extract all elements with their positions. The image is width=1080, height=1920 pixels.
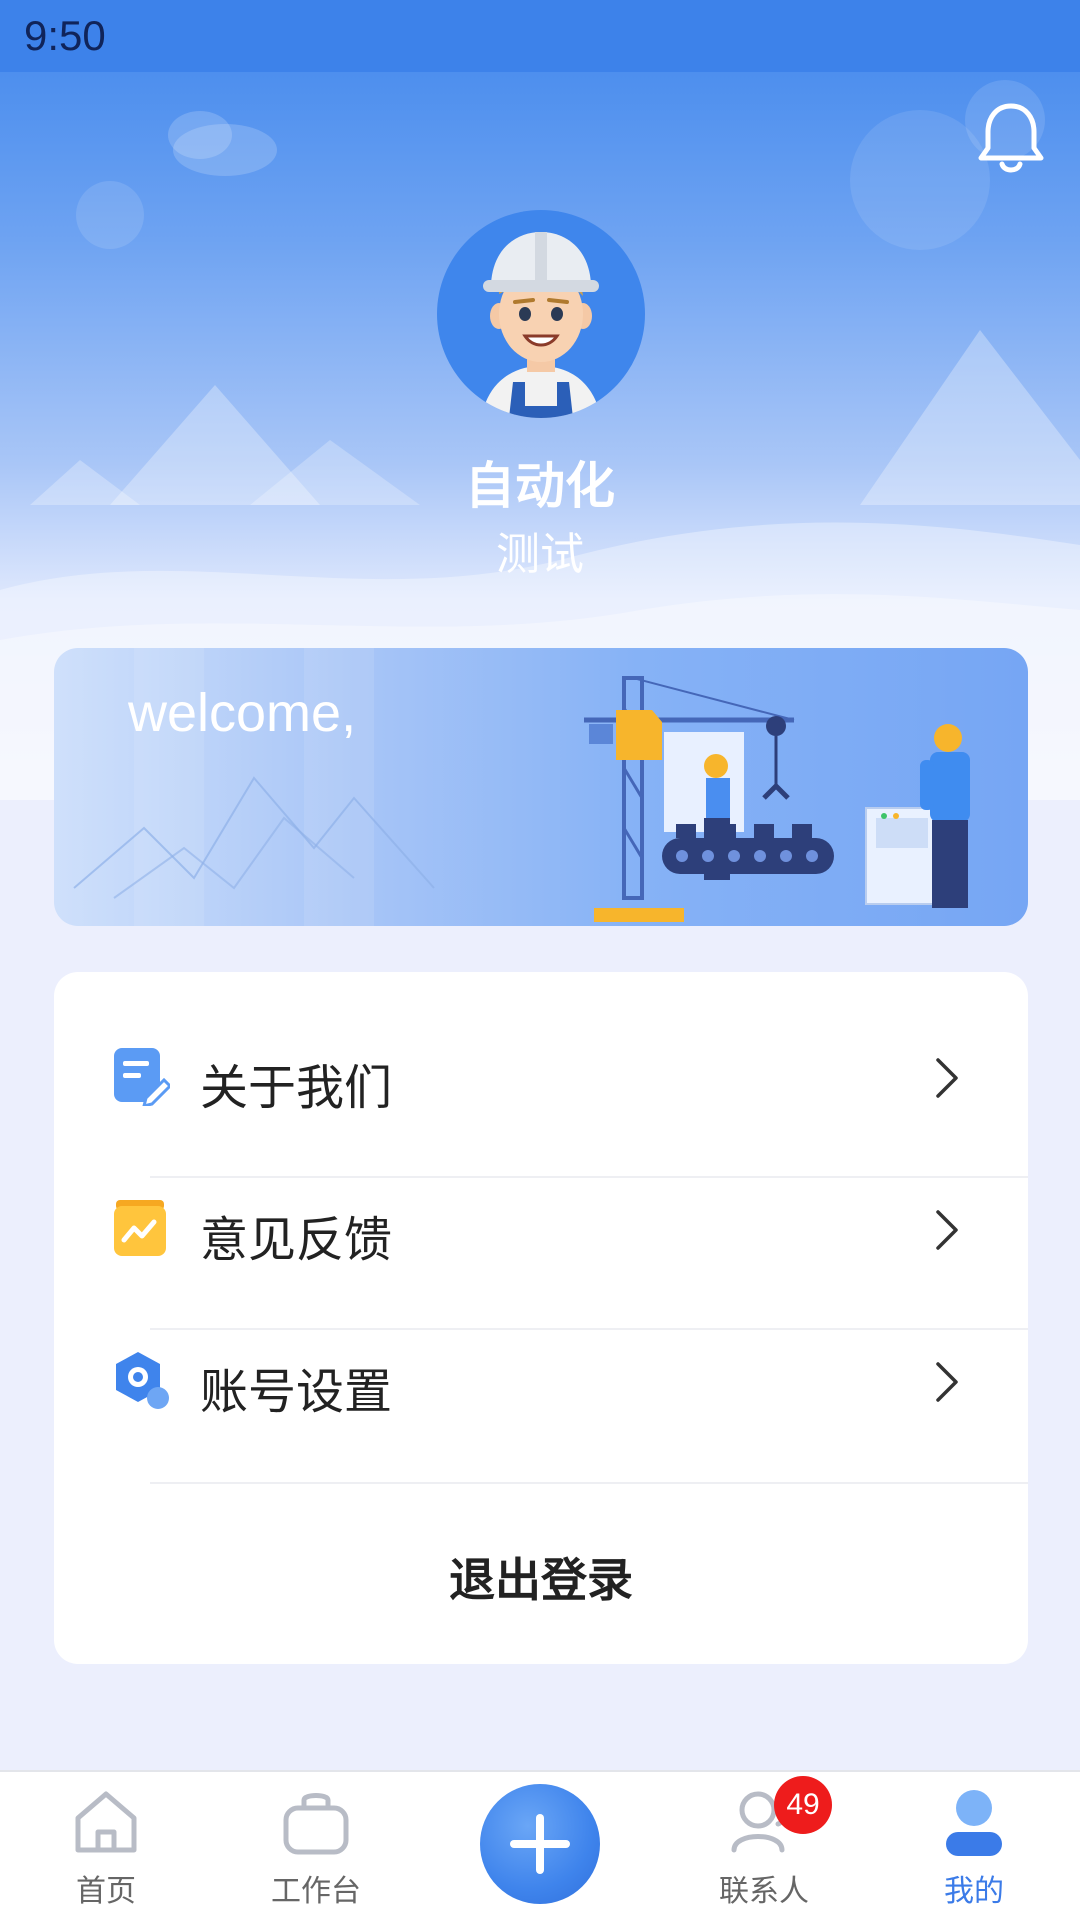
menu-card: 关于我们 意见反馈 账号设置 退出登录 [54, 972, 1028, 1664]
menu-item-label: 账号设置 [200, 1364, 393, 1420]
menu-item-feedback[interactable]: 意见反馈 [54, 1152, 1028, 1304]
tab-profile[interactable]: 我的 [874, 1772, 1074, 1920]
about-doc-icon [110, 1046, 173, 1109]
chevron-right-icon [932, 1056, 962, 1100]
divider [150, 1482, 1028, 1484]
menu-item-label: 关于我们 [200, 1060, 393, 1116]
menu-item-about-us[interactable]: 关于我们 [54, 1000, 1028, 1152]
bell-icon[interactable] [976, 100, 1046, 176]
briefcase-icon [280, 1786, 352, 1858]
user-role: 测试 [496, 529, 584, 580]
home-icon [70, 1786, 142, 1858]
banner-welcome-text: welcome, [128, 683, 357, 743]
tab-workbench[interactable]: 工作台 [216, 1772, 416, 1920]
tab-label: 联系人 [719, 1874, 809, 1909]
logout-button[interactable]: 退出登录 [54, 1540, 1028, 1620]
status-bar: 9:50 [0, 0, 1080, 72]
tab-contacts[interactable]: 联系人 [664, 1772, 864, 1920]
contacts-badge: 49 [774, 1776, 832, 1834]
avatar[interactable] [437, 210, 645, 418]
add-button[interactable] [480, 1784, 600, 1904]
tab-home[interactable]: 首页 [6, 1772, 206, 1920]
menu-item-label: 意见反馈 [200, 1212, 393, 1268]
status-time: 9:50 [24, 12, 106, 59]
worker-avatar-icon [481, 232, 601, 418]
tab-label: 首页 [76, 1874, 136, 1909]
plus-icon [510, 1814, 570, 1874]
feedback-icon [110, 1198, 170, 1258]
bottom-nav: 首页 工作台 联系人 我的 [0, 1770, 1080, 1920]
tab-label: 工作台 [271, 1874, 361, 1909]
chevron-right-icon [932, 1208, 962, 1252]
profile-icon [938, 1786, 1010, 1858]
tab-label: 我的 [944, 1874, 1004, 1909]
chevron-right-icon [932, 1360, 962, 1404]
settings-hex-icon [110, 1350, 170, 1410]
menu-item-account-settings[interactable]: 账号设置 [54, 1304, 1028, 1456]
user-name: 自动化 [465, 457, 615, 515]
welcome-banner[interactable]: welcome, [54, 648, 1028, 926]
